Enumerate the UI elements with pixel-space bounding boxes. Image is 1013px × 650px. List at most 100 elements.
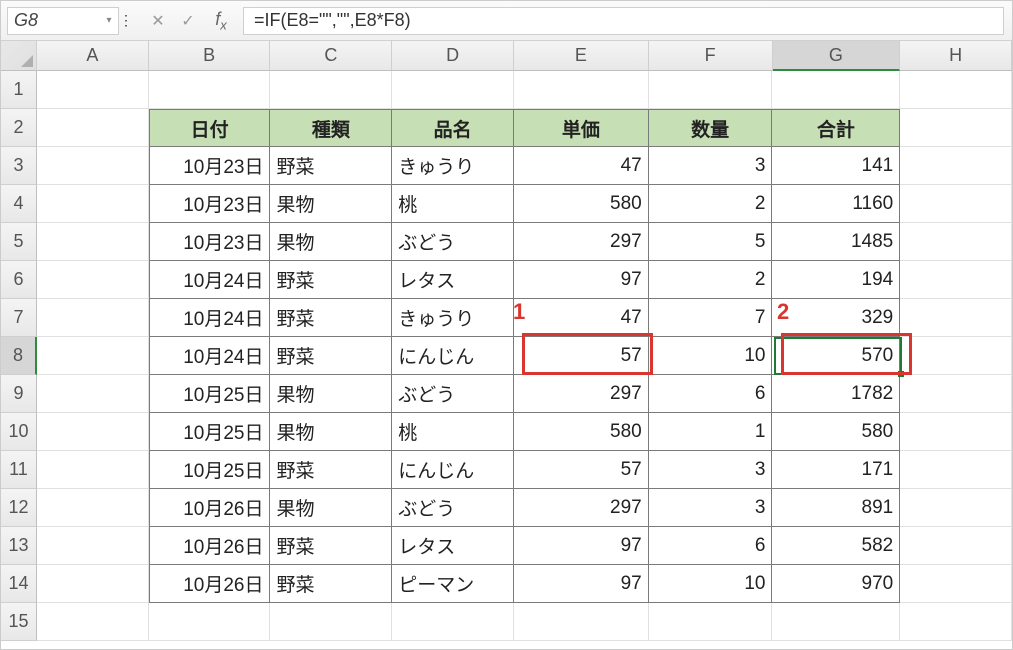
cell-F15[interactable] (649, 603, 773, 641)
cell-E11[interactable]: 57 (514, 451, 649, 489)
name-box-dropdown-icon[interactable]: ▾ (100, 15, 118, 26)
cell-H15[interactable] (900, 603, 1012, 641)
cell-F10[interactable]: 1 (649, 413, 773, 451)
cell-D4[interactable]: 桃 (392, 185, 514, 223)
cell-D13[interactable]: レタス (392, 527, 514, 565)
cell-B12[interactable]: 10月26日 (149, 489, 271, 527)
cell-A10[interactable] (37, 413, 149, 451)
cell-B6[interactable]: 10月24日 (149, 261, 271, 299)
cell-B1[interactable] (149, 71, 271, 109)
cell-G12[interactable]: 891 (772, 489, 900, 527)
cell-H4[interactable] (900, 185, 1012, 223)
cell-E8[interactable]: 57 (514, 337, 649, 375)
row-header-1[interactable]: 1 (1, 71, 37, 109)
cell-F13[interactable]: 6 (649, 527, 773, 565)
cell-F1[interactable] (649, 71, 773, 109)
cell-B5[interactable]: 10月23日 (149, 223, 271, 261)
cell-D9[interactable]: ぶどう (392, 375, 514, 413)
cell-E10[interactable]: 580 (514, 413, 649, 451)
row-header-2[interactable]: 2 (1, 109, 37, 147)
cell-E12[interactable]: 297 (514, 489, 649, 527)
cell-C14[interactable]: 野菜 (270, 565, 392, 603)
cell-D7[interactable]: きゅうり (392, 299, 514, 337)
cell-A2[interactable] (37, 109, 149, 147)
cell-H3[interactable] (900, 147, 1012, 185)
cell-E14[interactable]: 97 (514, 565, 649, 603)
cell-G4[interactable]: 1160 (772, 185, 900, 223)
cancel-formula-button[interactable]: ✕ (143, 11, 173, 31)
cell-D12[interactable]: ぶどう (392, 489, 514, 527)
cell-G13[interactable]: 582 (772, 527, 900, 565)
cell-C2[interactable]: 種類 (270, 109, 392, 147)
cell-G10[interactable]: 580 (772, 413, 900, 451)
col-header-A[interactable]: A (37, 41, 149, 71)
cell-H14[interactable] (900, 565, 1012, 603)
cell-B8[interactable]: 10月24日 (149, 337, 271, 375)
select-all-corner[interactable] (1, 41, 37, 71)
cell-A3[interactable] (37, 147, 149, 185)
cell-D10[interactable]: 桃 (392, 413, 514, 451)
cell-A8[interactable] (37, 337, 149, 375)
name-box[interactable]: G8 ▾ (7, 7, 119, 35)
row-header-7[interactable]: 7 (1, 299, 37, 337)
row-header-3[interactable]: 3 (1, 147, 37, 185)
cell-A4[interactable] (37, 185, 149, 223)
cell-C13[interactable]: 野菜 (270, 527, 392, 565)
cell-D6[interactable]: レタス (392, 261, 514, 299)
cell-G7[interactable]: 329 (772, 299, 900, 337)
cell-C4[interactable]: 果物 (270, 185, 392, 223)
cell-H12[interactable] (900, 489, 1012, 527)
cell-F9[interactable]: 6 (649, 375, 773, 413)
cell-D5[interactable]: ぶどう (392, 223, 514, 261)
row-header-12[interactable]: 12 (1, 489, 37, 527)
cell-A11[interactable] (37, 451, 149, 489)
cell-F4[interactable]: 2 (649, 185, 773, 223)
row-header-4[interactable]: 4 (1, 185, 37, 223)
cell-F12[interactable]: 3 (649, 489, 773, 527)
cell-H13[interactable] (900, 527, 1012, 565)
row-header-10[interactable]: 10 (1, 413, 37, 451)
cell-F5[interactable]: 5 (649, 223, 773, 261)
cell-A9[interactable] (37, 375, 149, 413)
cell-F3[interactable]: 3 (649, 147, 773, 185)
cell-B9[interactable]: 10月25日 (149, 375, 271, 413)
cell-G14[interactable]: 970 (772, 565, 900, 603)
cell-A7[interactable] (37, 299, 149, 337)
cell-C7[interactable]: 野菜 (270, 299, 392, 337)
cell-C12[interactable]: 果物 (270, 489, 392, 527)
cell-B11[interactable]: 10月25日 (149, 451, 271, 489)
cell-A12[interactable] (37, 489, 149, 527)
cell-G11[interactable]: 171 (772, 451, 900, 489)
cell-H11[interactable] (900, 451, 1012, 489)
cell-D8[interactable]: にんじん (392, 337, 514, 375)
cell-E9[interactable]: 297 (514, 375, 649, 413)
cell-H9[interactable] (900, 375, 1012, 413)
cell-C8[interactable]: 野菜 (270, 337, 392, 375)
cell-G5[interactable]: 1485 (772, 223, 900, 261)
cell-A14[interactable] (37, 565, 149, 603)
col-header-B[interactable]: B (149, 41, 271, 71)
cell-E2[interactable]: 単価 (514, 109, 649, 147)
cell-B3[interactable]: 10月23日 (149, 147, 271, 185)
cell-A15[interactable] (37, 603, 149, 641)
cell-A5[interactable] (37, 223, 149, 261)
cell-C9[interactable]: 果物 (270, 375, 392, 413)
cell-C11[interactable]: 野菜 (270, 451, 392, 489)
cell-F8[interactable]: 10 (649, 337, 773, 375)
cell-E15[interactable] (514, 603, 649, 641)
col-header-E[interactable]: E (514, 41, 649, 71)
row-header-6[interactable]: 6 (1, 261, 37, 299)
cell-B7[interactable]: 10月24日 (149, 299, 271, 337)
cell-F14[interactable]: 10 (649, 565, 773, 603)
row-header-9[interactable]: 9 (1, 375, 37, 413)
cell-C3[interactable]: 野菜 (270, 147, 392, 185)
cell-F7[interactable]: 7 (649, 299, 773, 337)
cell-B10[interactable]: 10月25日 (149, 413, 271, 451)
cell-D15[interactable] (392, 603, 514, 641)
cell-A6[interactable] (37, 261, 149, 299)
formula-input[interactable]: =IF(E8="","",E8*F8) (243, 7, 1004, 35)
enter-formula-button[interactable]: ✓ (173, 11, 203, 31)
cell-H7[interactable] (900, 299, 1012, 337)
cell-A1[interactable] (37, 71, 149, 109)
cell-G8[interactable]: 570 (772, 337, 900, 375)
